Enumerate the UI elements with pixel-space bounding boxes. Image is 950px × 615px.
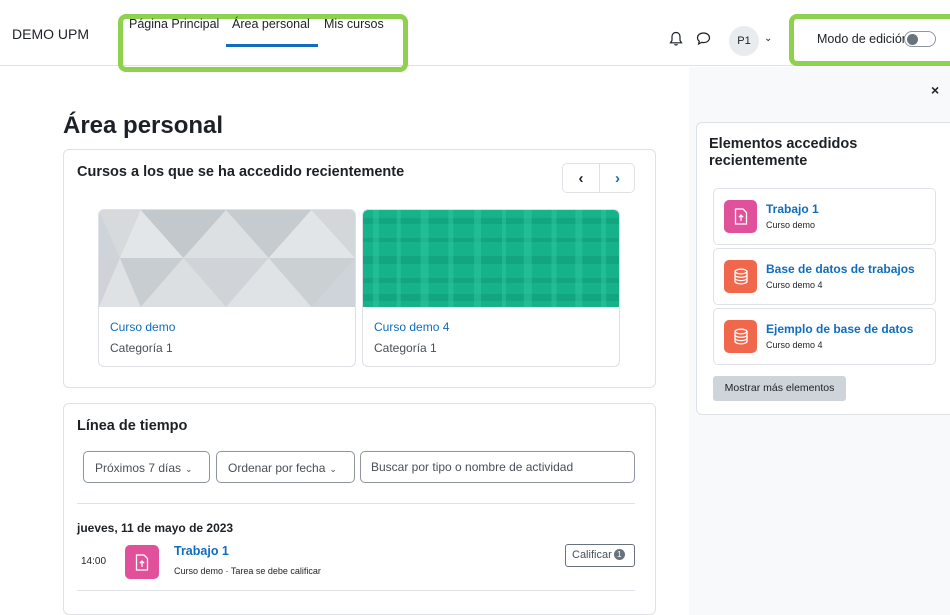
- course-image-triangles[interactable]: [99, 210, 355, 307]
- site-brand[interactable]: DEMO UPM: [12, 26, 89, 42]
- recent-item-course: Curso demo 4: [766, 280, 823, 290]
- recent-item[interactable]: Trabajo 1 Curso demo: [713, 188, 936, 245]
- chevron-down-icon: ⌄: [329, 464, 337, 474]
- chevron-down-icon: ⌄: [185, 464, 193, 474]
- chevron-down-icon[interactable]: ⌄: [764, 33, 772, 44]
- user-avatar[interactable]: P1: [729, 26, 759, 56]
- grade-count-badge: 1: [613, 549, 625, 560]
- recent-item-course: Curso demo: [766, 220, 816, 230]
- recent-items-title: Elementos accedidos recientemente: [709, 136, 858, 170]
- grade-button[interactable]: Calificar 1: [565, 544, 635, 567]
- edit-mode-toggle[interactable]: [904, 31, 936, 47]
- chevron-left-icon[interactable]: ‹: [563, 164, 599, 192]
- toggle-knob: [907, 34, 918, 45]
- close-icon[interactable]: ×: [931, 82, 939, 98]
- database-icon: [724, 260, 757, 293]
- date-heading: jueves, 11 de mayo de 2023: [77, 521, 234, 535]
- assignment-icon: [724, 200, 757, 233]
- recent-item[interactable]: Ejemplo de base de datos Curso demo 4: [713, 308, 936, 365]
- grade-button-label: Calificar: [572, 549, 612, 561]
- course-image-plaid[interactable]: [363, 210, 619, 307]
- chevron-right-icon[interactable]: ›: [599, 164, 635, 192]
- avatar-initials: P1: [737, 35, 751, 47]
- recent-item-name[interactable]: Base de datos de trabajos: [766, 262, 915, 276]
- recent-courses-title: Cursos a los que se ha accedido reciente…: [77, 164, 405, 180]
- timeline-card: [63, 403, 656, 615]
- recent-item[interactable]: Base de datos de trabajos Curso demo 4: [713, 248, 936, 305]
- database-icon: [724, 320, 757, 353]
- timeline-title: Línea de tiempo: [77, 418, 188, 434]
- assignment-icon: [125, 545, 159, 579]
- event-subtitle: Curso demo · Tarea se debe calificar: [174, 566, 321, 576]
- recent-item-name[interactable]: Trabajo 1: [766, 202, 819, 216]
- event-title[interactable]: Trabajo 1: [174, 544, 229, 558]
- date-filter-select[interactable]: Próximos 7 días ⌄: [83, 451, 210, 483]
- edit-mode-label: Modo de edición: [817, 32, 909, 46]
- top-navbar: DEMO UPM Página Principal Área personal …: [0, 0, 950, 72]
- nav-link-home[interactable]: Página Principal: [129, 17, 219, 31]
- page-title: Área personal: [63, 112, 224, 139]
- chat-icon[interactable]: [696, 31, 711, 46]
- event-time: 14:00: [81, 556, 107, 567]
- sort-label: Ordenar por fecha: [228, 461, 326, 475]
- sort-select[interactable]: Ordenar por fecha ⌄: [216, 451, 355, 483]
- course-card[interactable]: Curso demo Categoría 1: [98, 209, 356, 367]
- course-name[interactable]: Curso demo: [110, 320, 175, 334]
- divider: [77, 590, 635, 591]
- course-category: Categoría 1: [374, 341, 437, 355]
- recent-item-name[interactable]: Ejemplo de base de datos: [766, 322, 913, 336]
- course-name[interactable]: Curso demo 4: [374, 320, 449, 334]
- nav-link-dashboard[interactable]: Área personal: [226, 17, 318, 47]
- date-filter-label: Próximos 7 días: [95, 461, 182, 475]
- nav-link-my-courses[interactable]: Mis cursos: [324, 17, 384, 31]
- bell-icon[interactable]: [669, 31, 683, 47]
- course-card[interactable]: Curso demo 4 Categoría 1: [362, 209, 620, 367]
- divider: [77, 503, 635, 504]
- activity-search-input[interactable]: [360, 451, 635, 483]
- recent-item-course: Curso demo 4: [766, 340, 823, 350]
- courses-pager: ‹ ›: [562, 163, 635, 193]
- show-more-button[interactable]: Mostrar más elementos: [713, 376, 846, 401]
- course-category: Categoría 1: [110, 341, 173, 355]
